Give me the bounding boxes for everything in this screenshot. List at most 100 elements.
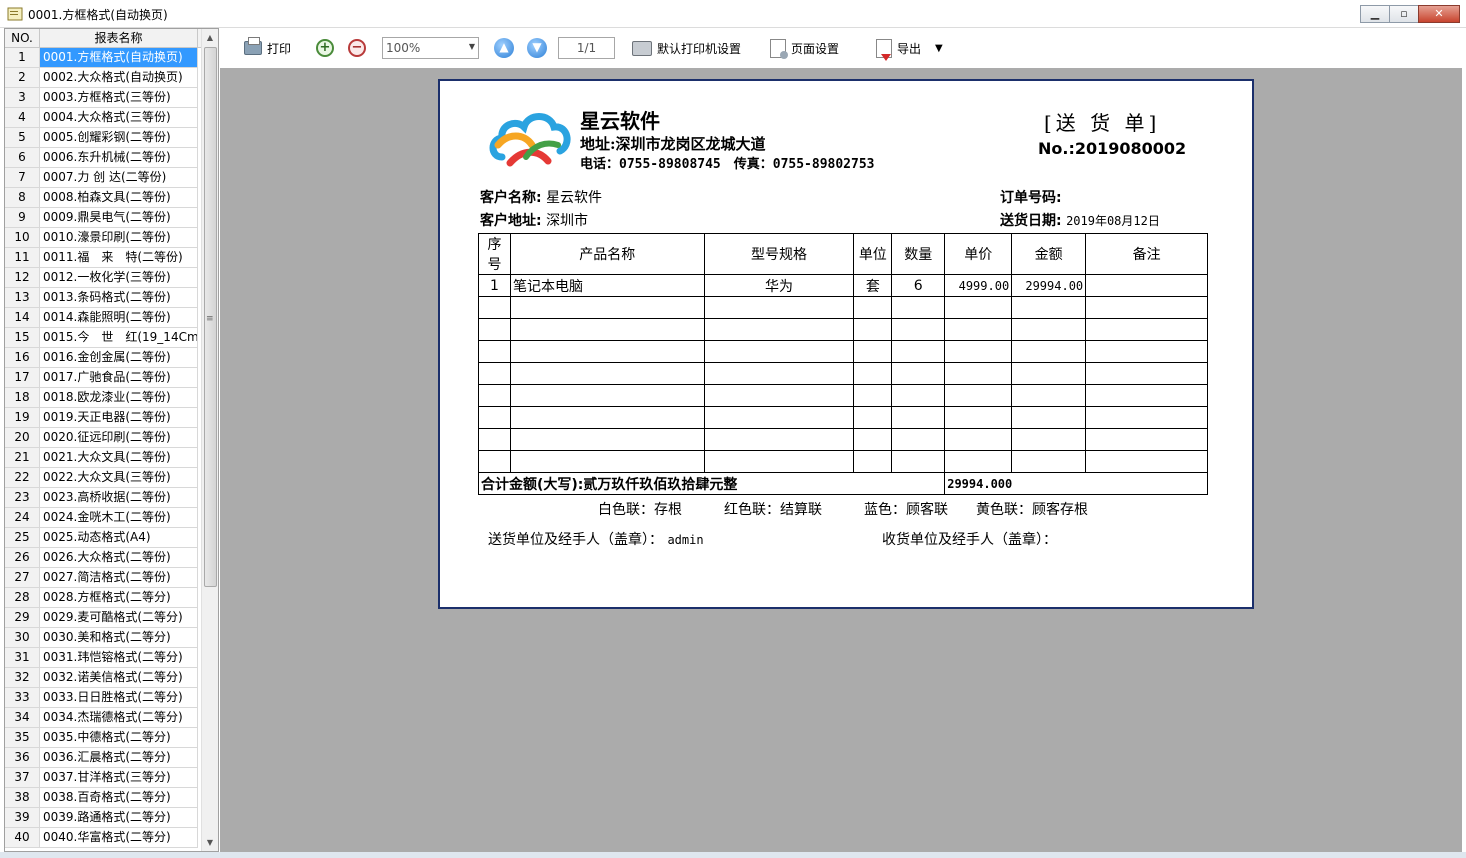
list-item-number: 9 bbox=[5, 208, 40, 227]
list-item[interactable]: 26 0026.大众格式(二等份) bbox=[5, 548, 198, 568]
table-cell bbox=[944, 406, 1013, 429]
list-item[interactable]: 22 0022.大众文具(三等份) bbox=[5, 468, 198, 488]
scroll-down-arrow-icon[interactable]: ▼ bbox=[202, 834, 218, 851]
export-dropdown-icon[interactable]: ▼ bbox=[935, 43, 943, 54]
list-item[interactable]: 16 0016.金创金属(二等份) bbox=[5, 348, 198, 368]
window-title: 0001.方框格式(自动换页) bbox=[28, 8, 168, 22]
total-row: 合计金额(大写):贰万玖仟玖佰玖拾肆元整 29994.000 bbox=[477, 472, 1208, 495]
list-item[interactable]: 24 0024.金咣木工(二等份) bbox=[5, 508, 198, 528]
table-cell bbox=[853, 296, 893, 319]
list-item[interactable]: 40 0040.华富格式(二等分) bbox=[5, 828, 198, 848]
list-item[interactable]: 14 0014.森能照明(二等份) bbox=[5, 308, 198, 328]
export-button[interactable]: 导出 ▼ bbox=[876, 38, 943, 61]
sender-line: 送货单位及经手人（盖章）： admin bbox=[488, 529, 704, 549]
column-header-name[interactable]: 报表名称 bbox=[40, 29, 198, 47]
list-item[interactable]: 32 0032.诺美信格式(二等分) bbox=[5, 668, 198, 688]
page-number-field[interactable]: 1/1 bbox=[558, 37, 615, 59]
table-cell bbox=[478, 318, 511, 341]
list-item[interactable]: 23 0023.高桥收据(二等份) bbox=[5, 488, 198, 508]
company-name: 星云软件 bbox=[580, 109, 660, 133]
table-cell bbox=[703, 340, 855, 363]
page-setup-label: 页面设置 bbox=[791, 41, 840, 56]
printer-icon bbox=[244, 37, 262, 55]
maximize-button[interactable]: ▫ bbox=[1389, 5, 1419, 23]
list-item[interactable]: 17 0017.广驰食品(二等份) bbox=[5, 368, 198, 388]
list-item[interactable]: 1 0001.方框格式(自动换页) bbox=[5, 48, 198, 68]
list-item[interactable]: 13 0013.条码格式(二等份) bbox=[5, 288, 198, 308]
list-item[interactable]: 11 0011.福 来 特(二等份) bbox=[5, 248, 198, 268]
previous-page-button[interactable]: ▲ bbox=[494, 38, 514, 58]
next-page-button[interactable]: ▼ bbox=[527, 38, 547, 58]
customer-address-line: 客户地址: 深圳市 bbox=[480, 210, 588, 230]
delivery-date-label: 送货日期: bbox=[1000, 213, 1062, 229]
list-item[interactable]: 20 0020.征远印刷(二等份) bbox=[5, 428, 198, 448]
list-item[interactable]: 38 0038.百奇格式(二等分) bbox=[5, 788, 198, 808]
column-header-no[interactable]: NO. bbox=[5, 29, 40, 47]
minimize-button[interactable]: ▁ bbox=[1360, 5, 1390, 23]
list-item[interactable]: 30 0030.美和格式(二等分) bbox=[5, 628, 198, 648]
close-button[interactable]: ✕ bbox=[1418, 5, 1460, 23]
page-setup-button[interactable]: 页面设置 bbox=[770, 38, 840, 59]
list-item-name: 0008.柏森文具(二等份) bbox=[40, 188, 198, 207]
list-item[interactable]: 35 0035.中德格式(二等分) bbox=[5, 728, 198, 748]
list-item[interactable]: 15 0015.今 世 红(19_14Cm) bbox=[5, 328, 198, 348]
list-item-name: 0019.天正电器(二等份) bbox=[40, 408, 198, 427]
zoom-out-button[interactable]: − bbox=[348, 38, 366, 58]
list-item[interactable]: 36 0036.汇晨格式(二等分) bbox=[5, 748, 198, 768]
scroll-up-arrow-icon[interactable]: ▲ bbox=[202, 29, 218, 46]
list-item[interactable]: 12 0012.一枚化学(三等份) bbox=[5, 268, 198, 288]
table-cell bbox=[509, 318, 705, 341]
list-item-name: 0037.甘洋格式(三等分) bbox=[40, 768, 198, 787]
chevron-down-icon: ▼ bbox=[468, 42, 475, 51]
customer-name-value: 星云软件 bbox=[546, 190, 603, 206]
table-row bbox=[478, 362, 1208, 385]
list-item[interactable]: 19 0019.天正电器(二等份) bbox=[5, 408, 198, 428]
table-cell bbox=[1011, 406, 1087, 429]
list-item[interactable]: 21 0021.大众文具(二等份) bbox=[5, 448, 198, 468]
list-item[interactable]: 10 0010.濠景印刷(二等份) bbox=[5, 228, 198, 248]
list-item-number: 15 bbox=[5, 328, 40, 347]
default-printer-label: 默认打印机设置 bbox=[657, 41, 742, 56]
list-item[interactable]: 18 0018.欧龙漆业(二等份) bbox=[5, 388, 198, 408]
list-item[interactable]: 5 0005.创耀彩钢(二等份) bbox=[5, 128, 198, 148]
list-item[interactable]: 7 0007.力 创 达(二等份) bbox=[5, 168, 198, 188]
list-item-number: 25 bbox=[5, 528, 40, 547]
table-cell bbox=[1011, 450, 1087, 473]
table-cell bbox=[891, 428, 946, 451]
table-cell bbox=[891, 406, 946, 429]
table-cell bbox=[478, 384, 511, 407]
list-item[interactable]: 34 0034.杰瑞德格式(二等分) bbox=[5, 708, 198, 728]
print-button[interactable]: 打印 bbox=[244, 37, 291, 58]
export-icon bbox=[876, 38, 892, 61]
list-item[interactable]: 8 0008.柏森文具(二等份) bbox=[5, 188, 198, 208]
list-item[interactable]: 28 0028.方框格式(二等分) bbox=[5, 588, 198, 608]
list-item[interactable]: 31 0031.玮恺镕格式(二等分) bbox=[5, 648, 198, 668]
report-list-scrollbar[interactable]: ▲ ≡ ▼ bbox=[201, 29, 218, 851]
list-item[interactable]: 37 0037.甘洋格式(三等分) bbox=[5, 768, 198, 788]
list-item-number: 14 bbox=[5, 308, 40, 327]
default-printer-button[interactable]: 默认打印机设置 bbox=[632, 38, 741, 58]
list-item[interactable]: 29 0029.麦可酷格式(二等分) bbox=[5, 608, 198, 628]
order-number-line: 订单号码: bbox=[1000, 187, 1062, 207]
page-setup-icon bbox=[770, 38, 788, 59]
table-header-cell: 单位 bbox=[853, 233, 893, 275]
list-item[interactable]: 3 0003.方框格式(三等份) bbox=[5, 88, 198, 108]
list-item[interactable]: 33 0033.日日胜格式(二等分) bbox=[5, 688, 198, 708]
table-cell bbox=[944, 362, 1013, 385]
list-item[interactable]: 9 0009.鼎昊电气(二等份) bbox=[5, 208, 198, 228]
list-item[interactable]: 6 0006.东升机械(二等份) bbox=[5, 148, 198, 168]
list-item[interactable]: 2 0002.大众格式(自动换页) bbox=[5, 68, 198, 88]
list-item[interactable]: 25 0025.动态格式(A4) bbox=[5, 528, 198, 548]
list-item[interactable]: 39 0039.路通格式(二等分) bbox=[5, 808, 198, 828]
print-preview-area[interactable]: 星云软件 地址:深圳市龙岗区龙城大道 电话：0755-89808745 传真：0… bbox=[220, 68, 1462, 852]
table-cell bbox=[478, 450, 511, 473]
zoom-in-button[interactable]: + bbox=[316, 38, 334, 58]
list-item-name: 0010.濠景印刷(二等份) bbox=[40, 228, 198, 247]
table-cell bbox=[509, 406, 705, 429]
zoom-select[interactable]: 100% ▼ bbox=[382, 37, 479, 59]
table-header-cell: 数量 bbox=[891, 233, 946, 275]
list-item-name: 0034.杰瑞德格式(二等分) bbox=[40, 708, 198, 727]
minimize-icon: ▁ bbox=[1370, 7, 1380, 20]
list-item[interactable]: 27 0027.简洁格式(二等份) bbox=[5, 568, 198, 588]
list-item[interactable]: 4 0004.大众格式(三等份) bbox=[5, 108, 198, 128]
